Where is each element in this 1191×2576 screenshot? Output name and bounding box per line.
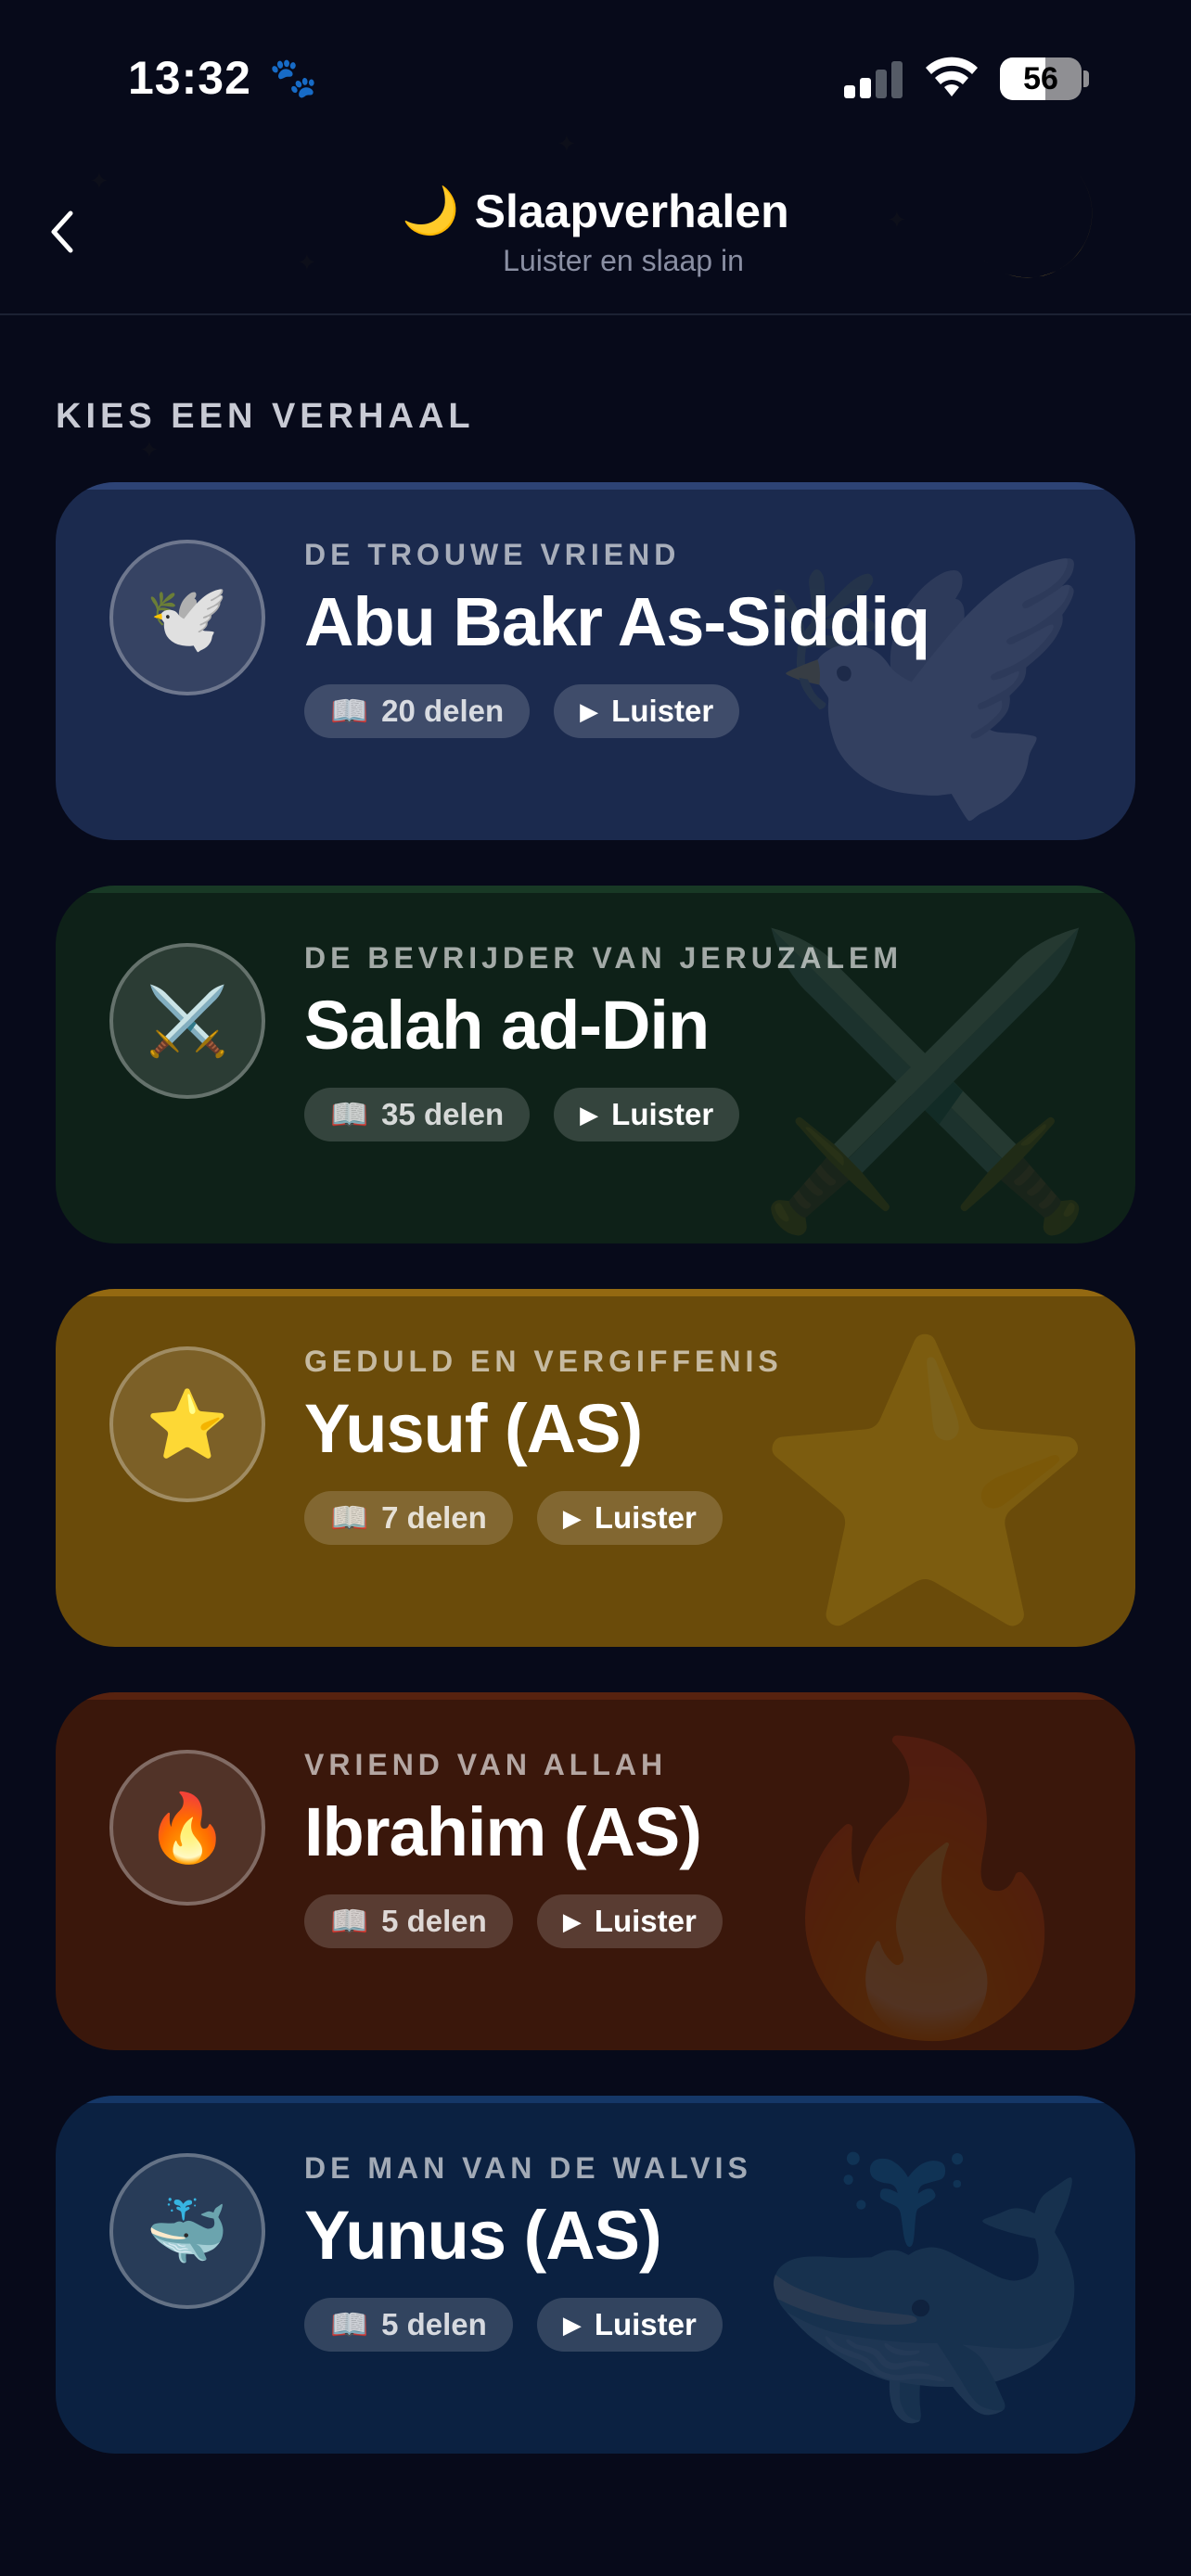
- page-title-text: Slaapverhalen: [474, 185, 789, 237]
- star-icon: ⭐: [109, 1346, 265, 1502]
- status-time: 13:32: [128, 52, 251, 104]
- fire-background-icon: 🔥: [751, 1731, 1098, 2043]
- play-icon: ▶: [562, 1906, 582, 1935]
- parts-badge: 📖 5 delen: [304, 1894, 513, 1948]
- paw-icon: 🐾: [269, 56, 318, 99]
- story-title: Yusuf (AS): [304, 1390, 643, 1467]
- story-subtitle: DE TROUWE VRIEND: [304, 538, 681, 571]
- listen-button[interactable]: ▶ Luister: [536, 2298, 723, 2352]
- page-title: 🌙 Slaapverhalen: [402, 184, 788, 238]
- story-card-yunus[interactable]: 🐳 🐳 DE MAN VAN DE WALVIS Yunus (AS) 📖 5 …: [56, 2096, 1135, 2454]
- section-label: KIES EEN VERHAAL: [56, 397, 475, 436]
- parts-count: 20 delen: [381, 694, 505, 728]
- story-card-abu-bakr[interactable]: 🕊️ 🕊️ DE TROUWE VRIEND Abu Bakr As-Siddi…: [56, 482, 1135, 840]
- status-bar: 13:32 🐾 56: [0, 0, 1191, 139]
- crescent-moon-icon: 🌙: [402, 185, 460, 236]
- parts-badge: 📖 35 delen: [304, 1088, 531, 1141]
- battery-icon: 56: [1000, 57, 1082, 100]
- dove-icon: 🕊️: [109, 540, 265, 695]
- story-subtitle: GEDULD EN VERGIFFENIS: [304, 1345, 783, 1378]
- listen-label: Luister: [594, 1904, 697, 1938]
- large-moon-icon: [981, 169, 1093, 278]
- crossed-swords-icon: ⚔️: [109, 943, 265, 1099]
- parts-count: 35 delen: [381, 1097, 505, 1131]
- parts-count: 5 delen: [381, 2307, 487, 2341]
- parts-badge: 📖 20 delen: [304, 684, 531, 738]
- story-title: Abu Bakr As-Siddiq: [304, 583, 930, 660]
- listen-button[interactable]: ▶ Luister: [536, 1894, 723, 1948]
- nav-header: ✦ ✦ ✦ ✦ 🌙 Slaapverhalen Luister en slaap…: [0, 130, 1191, 315]
- listen-label: Luister: [611, 694, 714, 728]
- story-card-ibrahim[interactable]: 🔥 🔥 VRIEND VAN ALLAH Ibrahim (AS) 📖 5 de…: [56, 1692, 1135, 2050]
- listen-button[interactable]: ▶ Luister: [536, 1491, 723, 1545]
- whale-icon: 🐳: [109, 2153, 265, 2309]
- story-title: Yunus (AS): [304, 2197, 662, 2274]
- listen-button[interactable]: ▶ Luister: [554, 1088, 740, 1141]
- crossed-swords-background-icon: ⚔️: [751, 925, 1098, 1236]
- parts-count: 5 delen: [381, 1904, 487, 1938]
- story-subtitle: DE BEVRIJDER VAN JERUZALEM: [304, 941, 903, 975]
- book-icon: 📖: [330, 1499, 369, 1535]
- fire-icon: 🔥: [109, 1750, 265, 1906]
- play-icon: ▶: [580, 696, 599, 725]
- book-icon: 📖: [330, 2306, 369, 2341]
- book-icon: 📖: [330, 1903, 369, 1938]
- story-subtitle: VRIEND VAN ALLAH: [304, 1748, 668, 1781]
- parts-badge: 📖 5 delen: [304, 2298, 513, 2352]
- story-subtitle: DE MAN VAN DE WALVIS: [304, 2151, 752, 2185]
- battery-level: 56: [1023, 60, 1058, 96]
- story-title: Salah ad-Din: [304, 987, 710, 1064]
- parts-badge: 📖 7 delen: [304, 1491, 513, 1545]
- wifi-icon: [926, 57, 978, 96]
- listen-label: Luister: [594, 2307, 697, 2341]
- listen-button[interactable]: ▶ Luister: [554, 684, 740, 738]
- play-icon: ▶: [562, 1503, 582, 1532]
- parts-count: 7 delen: [381, 1500, 487, 1535]
- listen-label: Luister: [611, 1097, 714, 1131]
- battery-tip: [1083, 70, 1089, 87]
- story-card-yusuf[interactable]: ⭐ ⭐ GEDULD EN VERGIFFENIS Yusuf (AS) 📖 7…: [56, 1289, 1135, 1647]
- story-card-salah-ad-din[interactable]: ⚔️ ⚔️ DE BEVRIJDER VAN JERUZALEM Salah a…: [56, 886, 1135, 1243]
- book-icon: 📖: [330, 693, 369, 728]
- listen-label: Luister: [594, 1500, 697, 1535]
- star-background-icon: ⭐: [751, 1328, 1098, 1639]
- cellular-signal-icon: [844, 61, 905, 98]
- book-icon: 📖: [330, 1096, 369, 1131]
- play-icon: ▶: [562, 2310, 582, 2339]
- dove-background-icon: 🕊️: [751, 521, 1098, 833]
- whale-background-icon: 🐳: [751, 2135, 1098, 2446]
- story-title: Ibrahim (AS): [304, 1793, 702, 1870]
- play-icon: ▶: [580, 1100, 599, 1129]
